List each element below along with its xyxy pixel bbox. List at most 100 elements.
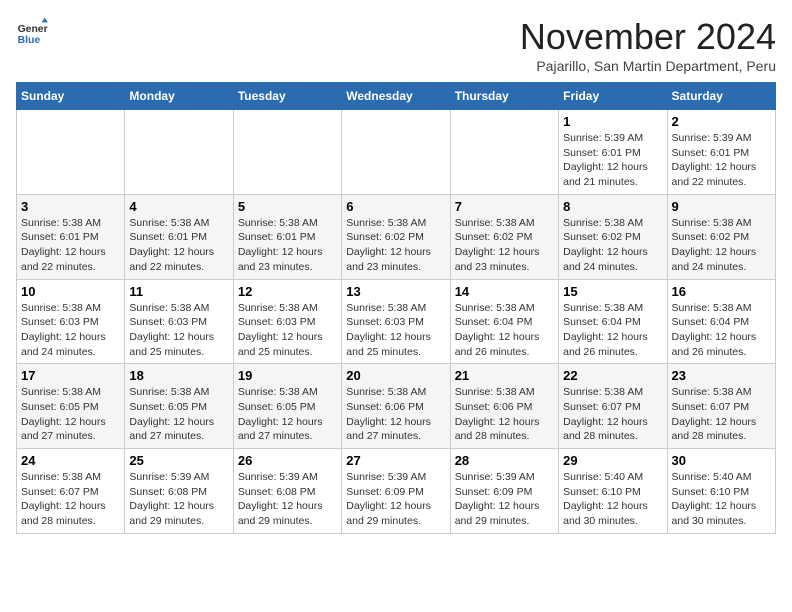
day-number: 29 [563, 453, 662, 468]
header-wednesday: Wednesday [342, 83, 450, 110]
day-number: 24 [21, 453, 120, 468]
day-number: 12 [238, 284, 337, 299]
day-number: 21 [455, 368, 554, 383]
week-row-5: 24Sunrise: 5:38 AM Sunset: 6:07 PM Dayli… [17, 449, 776, 534]
header-sunday: Sunday [17, 83, 125, 110]
logo-icon: General Blue [16, 16, 48, 48]
day-number: 8 [563, 199, 662, 214]
calendar-cell: 9 Sunrise: 5:38 AM Sunset: 6:02 PM Daylig… [667, 194, 775, 279]
day-info: Sunrise: 5:38 AM Sunset: 6:05 PM Dayligh… [129, 385, 228, 444]
day-number: 2 [672, 114, 771, 129]
header-tuesday: Tuesday [233, 83, 341, 110]
calendar-cell: 27 Sunrise: 5:39 AM Sunset: 6:09 PM Dayli… [342, 449, 450, 534]
day-info: Sunrise: 5:38 AM Sunset: 6:03 PM Dayligh… [129, 301, 228, 360]
day-info: Sunrise: 5:38 AM Sunset: 6:07 PM Dayligh… [672, 385, 771, 444]
day-info: Sunrise: 5:38 AM Sunset: 6:05 PM Dayligh… [21, 385, 120, 444]
day-info: Sunrise: 5:38 AM Sunset: 6:01 PM Dayligh… [21, 216, 120, 275]
day-number: 25 [129, 453, 228, 468]
day-number: 13 [346, 284, 445, 299]
day-number: 22 [563, 368, 662, 383]
day-info: Sunrise: 5:38 AM Sunset: 6:05 PM Dayligh… [238, 385, 337, 444]
day-number: 28 [455, 453, 554, 468]
calendar-cell: 1Sunrise: 5:39 AM Sunset: 6:01 PM Daylig… [559, 110, 667, 195]
day-number: 26 [238, 453, 337, 468]
page-header: General Blue November 2024 Pajarillo, Sa… [16, 16, 776, 74]
day-number: 20 [346, 368, 445, 383]
day-info: Sunrise: 5:40 AM Sunset: 6:10 PM Dayligh… [563, 470, 662, 529]
day-number: 15 [563, 284, 662, 299]
calendar-cell: 2Sunrise: 5:39 AM Sunset: 6:01 PM Daylig… [667, 110, 775, 195]
calendar-cell: 25 Sunrise: 5:39 AM Sunset: 6:08 PM Dayli… [125, 449, 233, 534]
day-info: Sunrise: 5:39 AM Sunset: 6:09 PM Dayligh… [346, 470, 445, 529]
calendar-cell: 14 Sunrise: 5:38 AM Sunset: 6:04 PM Dayli… [450, 279, 558, 364]
location-subtitle: Pajarillo, San Martin Department, Peru [520, 58, 776, 74]
day-info: Sunrise: 5:38 AM Sunset: 6:04 PM Dayligh… [455, 301, 554, 360]
calendar-cell: 5 Sunrise: 5:38 AM Sunset: 6:01 PM Daylig… [233, 194, 341, 279]
calendar-cell: 11 Sunrise: 5:38 AM Sunset: 6:03 PM Dayli… [125, 279, 233, 364]
week-row-3: 10 Sunrise: 5:38 AM Sunset: 6:03 PM Dayli… [17, 279, 776, 364]
header-saturday: Saturday [667, 83, 775, 110]
day-number: 14 [455, 284, 554, 299]
day-number: 9 [672, 199, 771, 214]
svg-text:Blue: Blue [18, 35, 41, 46]
header-friday: Friday [559, 83, 667, 110]
calendar-cell: 23 Sunrise: 5:38 AM Sunset: 6:07 PM Dayli… [667, 364, 775, 449]
calendar-cell: 16 Sunrise: 5:38 AM Sunset: 6:04 PM Dayli… [667, 279, 775, 364]
calendar-table: SundayMondayTuesdayWednesdayThursdayFrid… [16, 82, 776, 534]
day-info: Sunrise: 5:38 AM Sunset: 6:03 PM Dayligh… [346, 301, 445, 360]
week-row-1: 1Sunrise: 5:39 AM Sunset: 6:01 PM Daylig… [17, 110, 776, 195]
calendar-cell: 28 Sunrise: 5:39 AM Sunset: 6:09 PM Dayli… [450, 449, 558, 534]
day-number: 6 [346, 199, 445, 214]
week-row-2: 3 Sunrise: 5:38 AM Sunset: 6:01 PM Daylig… [17, 194, 776, 279]
calendar-cell [342, 110, 450, 195]
day-info: Sunrise: 5:38 AM Sunset: 6:04 PM Dayligh… [563, 301, 662, 360]
day-info: Sunrise: 5:38 AM Sunset: 6:06 PM Dayligh… [346, 385, 445, 444]
calendar-cell: 18 Sunrise: 5:38 AM Sunset: 6:05 PM Dayli… [125, 364, 233, 449]
day-number: 18 [129, 368, 228, 383]
calendar-cell: 22Sunrise: 5:38 AM Sunset: 6:07 PM Dayli… [559, 364, 667, 449]
day-number: 4 [129, 199, 228, 214]
calendar-cell [233, 110, 341, 195]
day-info: Sunrise: 5:40 AM Sunset: 6:10 PM Dayligh… [672, 470, 771, 529]
calendar-cell: 29 Sunrise: 5:40 AM Sunset: 6:10 PM Dayli… [559, 449, 667, 534]
calendar-header-row: SundayMondayTuesdayWednesdayThursdayFrid… [17, 83, 776, 110]
day-info: Sunrise: 5:38 AM Sunset: 6:01 PM Dayligh… [238, 216, 337, 275]
day-number: 17 [21, 368, 120, 383]
day-number: 30 [672, 453, 771, 468]
day-number: 10 [21, 284, 120, 299]
svg-text:General: General [18, 24, 48, 35]
calendar-cell: 7Sunrise: 5:38 AM Sunset: 6:02 PM Daylig… [450, 194, 558, 279]
calendar-cell: 21 Sunrise: 5:38 AM Sunset: 6:06 PM Dayli… [450, 364, 558, 449]
day-number: 16 [672, 284, 771, 299]
day-info: Sunrise: 5:39 AM Sunset: 6:08 PM Dayligh… [238, 470, 337, 529]
calendar-cell: 30 Sunrise: 5:40 AM Sunset: 6:10 PM Dayli… [667, 449, 775, 534]
day-number: 5 [238, 199, 337, 214]
day-number: 27 [346, 453, 445, 468]
day-info: Sunrise: 5:38 AM Sunset: 6:02 PM Dayligh… [346, 216, 445, 275]
calendar-cell: 12Sunrise: 5:38 AM Sunset: 6:03 PM Dayli… [233, 279, 341, 364]
calendar-cell: 13 Sunrise: 5:38 AM Sunset: 6:03 PM Dayli… [342, 279, 450, 364]
day-info: Sunrise: 5:39 AM Sunset: 6:09 PM Dayligh… [455, 470, 554, 529]
calendar-cell [450, 110, 558, 195]
day-info: Sunrise: 5:38 AM Sunset: 6:01 PM Dayligh… [129, 216, 228, 275]
month-title: November 2024 [520, 16, 776, 58]
header-thursday: Thursday [450, 83, 558, 110]
calendar-cell: 4 Sunrise: 5:38 AM Sunset: 6:01 PM Daylig… [125, 194, 233, 279]
day-info: Sunrise: 5:39 AM Sunset: 6:01 PM Dayligh… [563, 131, 662, 190]
day-info: Sunrise: 5:38 AM Sunset: 6:06 PM Dayligh… [455, 385, 554, 444]
week-row-4: 17 Sunrise: 5:38 AM Sunset: 6:05 PM Dayli… [17, 364, 776, 449]
day-number: 3 [21, 199, 120, 214]
calendar-cell: 19Sunrise: 5:38 AM Sunset: 6:05 PM Dayli… [233, 364, 341, 449]
calendar-cell: 17 Sunrise: 5:38 AM Sunset: 6:05 PM Dayli… [17, 364, 125, 449]
day-number: 7 [455, 199, 554, 214]
calendar-cell: 10Sunrise: 5:38 AM Sunset: 6:03 PM Dayli… [17, 279, 125, 364]
day-info: Sunrise: 5:39 AM Sunset: 6:08 PM Dayligh… [129, 470, 228, 529]
day-number: 23 [672, 368, 771, 383]
day-number: 11 [129, 284, 228, 299]
calendar-cell: 6 Sunrise: 5:38 AM Sunset: 6:02 PM Daylig… [342, 194, 450, 279]
calendar-cell [125, 110, 233, 195]
logo: General Blue [16, 16, 48, 48]
calendar-cell: 20 Sunrise: 5:38 AM Sunset: 6:06 PM Dayli… [342, 364, 450, 449]
day-info: Sunrise: 5:38 AM Sunset: 6:02 PM Dayligh… [672, 216, 771, 275]
day-info: Sunrise: 5:38 AM Sunset: 6:04 PM Dayligh… [672, 301, 771, 360]
